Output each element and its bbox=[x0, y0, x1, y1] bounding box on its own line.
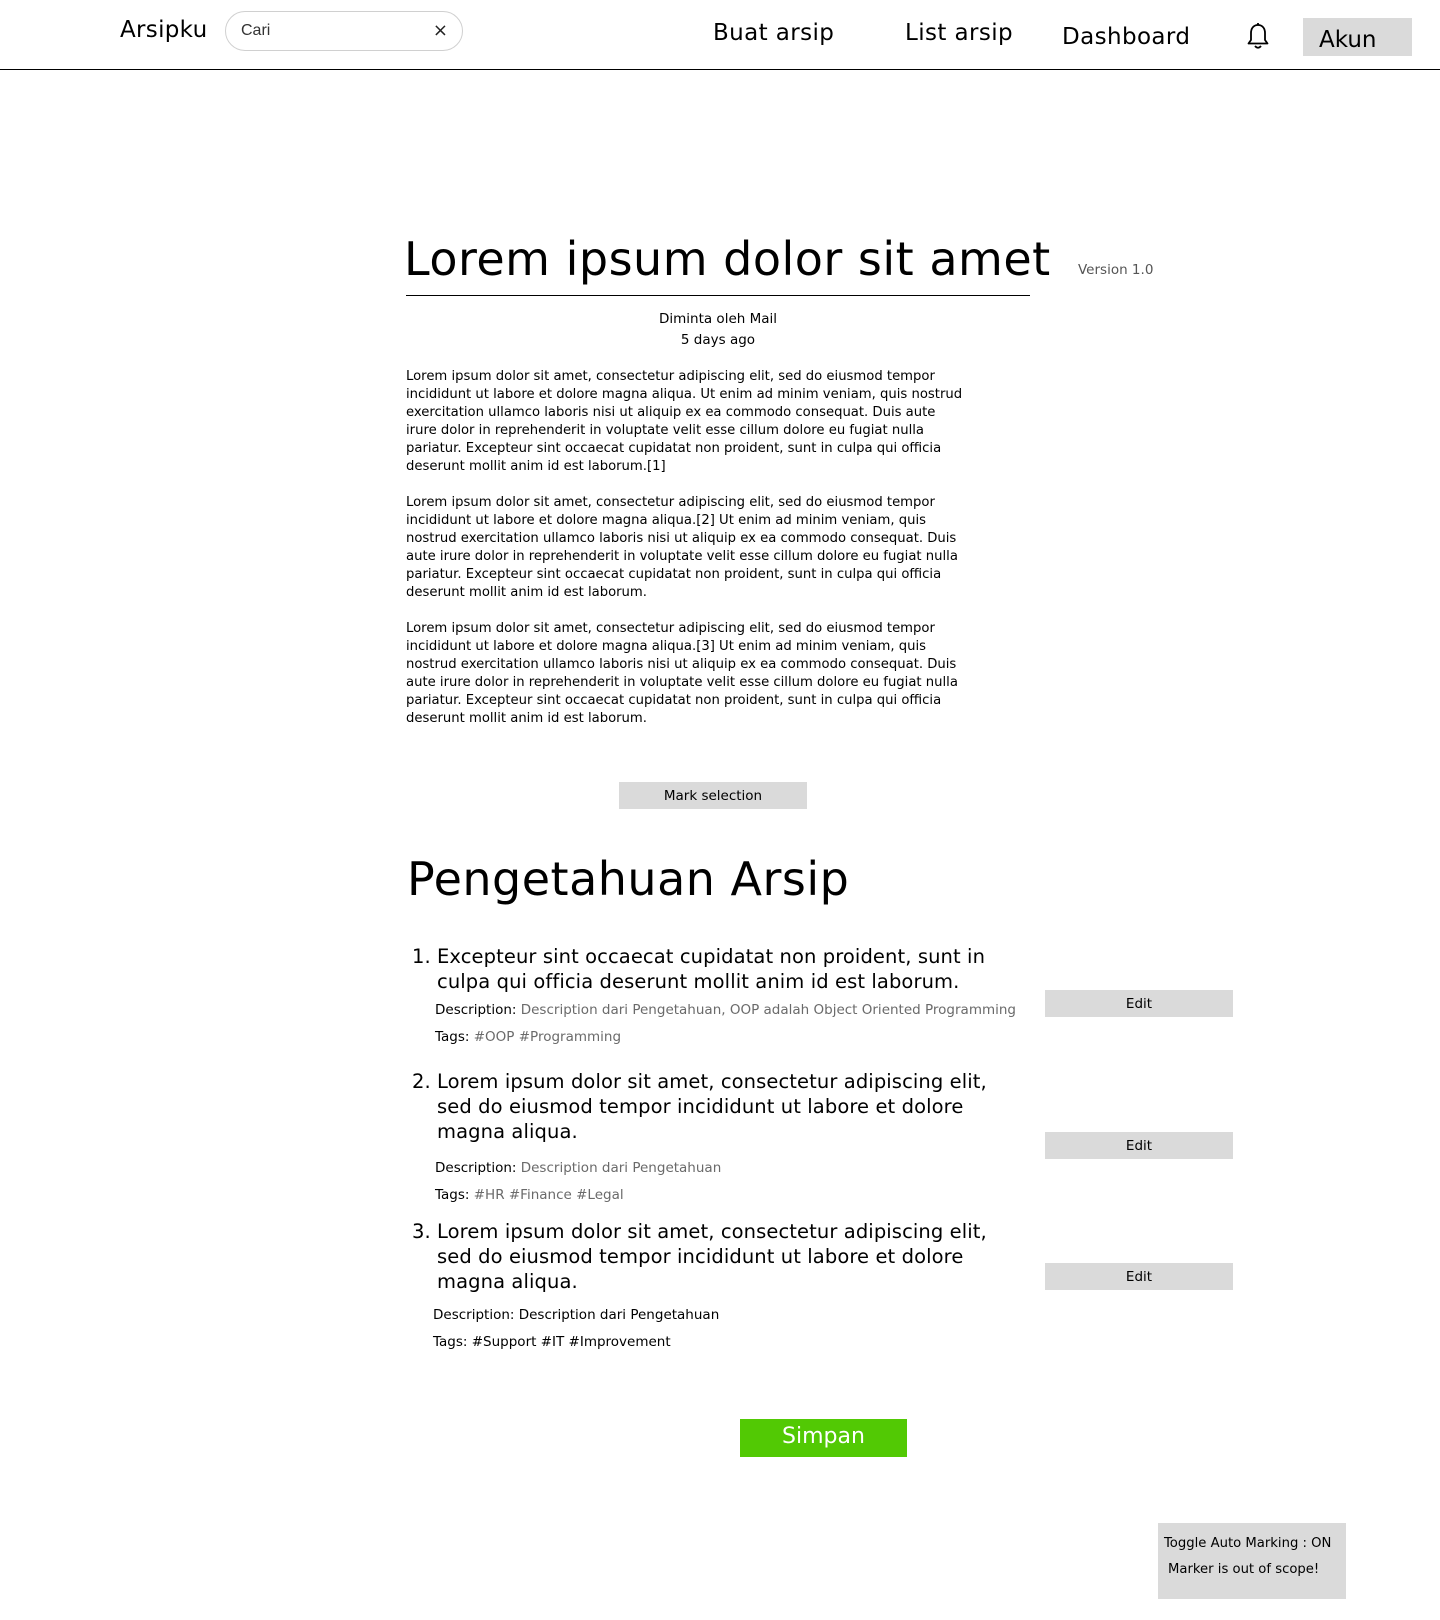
knowledge-item-content: Lorem ipsum dolor sit amet, consectetur … bbox=[437, 1070, 987, 1143]
bell-icon[interactable] bbox=[1246, 22, 1270, 52]
knowledge-description: Description: Description dari Pengetahua… bbox=[435, 1159, 1012, 1177]
tags-label: Tags: bbox=[433, 1334, 468, 1350]
time-ago: 5 days ago bbox=[680, 332, 756, 348]
nav-dashboard[interactable]: Dashboard bbox=[1062, 24, 1190, 50]
version-label: Version 1.0 bbox=[1078, 262, 1154, 278]
search-box: × bbox=[225, 11, 463, 51]
top-navigation-bar: Arsipku × Buat arsip List arsip Dashboar… bbox=[0, 0, 1440, 70]
tags-label: Tags: bbox=[435, 1029, 470, 1045]
knowledge-item: 1. Excepteur sint occaecat cupidatat non… bbox=[412, 944, 1016, 1046]
clear-icon[interactable]: × bbox=[433, 19, 448, 43]
account-button[interactable]: Akun bbox=[1303, 18, 1412, 56]
body-paragraph[interactable]: Lorem ipsum dolor sit amet, consectetur … bbox=[406, 494, 966, 602]
edit-button[interactable]: Edit bbox=[1045, 1132, 1233, 1159]
description-value: Description dari Pengetahuan bbox=[518, 1307, 720, 1323]
save-button[interactable]: Simpan bbox=[740, 1419, 907, 1457]
description-label: Description: bbox=[433, 1307, 515, 1323]
knowledge-item-text: 2. Lorem ipsum dolor sit amet, consectet… bbox=[412, 1069, 1012, 1144]
knowledge-tags: Tags: #HR #Finance #Legal bbox=[435, 1186, 1012, 1204]
document-body[interactable]: Lorem ipsum dolor sit amet, consectetur … bbox=[406, 368, 966, 746]
knowledge-item: 3. Lorem ipsum dolor sit amet, consectet… bbox=[412, 1219, 1012, 1351]
title-divider bbox=[406, 295, 1030, 296]
knowledge-item-text: 1. Excepteur sint occaecat cupidatat non… bbox=[412, 944, 1012, 994]
knowledge-tags: Tags: #OOP #Programming bbox=[435, 1028, 1012, 1046]
nav-buat-arsip[interactable]: Buat arsip bbox=[713, 20, 834, 46]
marker-scope-message: Marker is out of scope! bbox=[1168, 1562, 1320, 1577]
knowledge-heading: Pengetahuan Arsip bbox=[407, 852, 850, 906]
description-value: Description dari Pengetahuan, OOP adalah… bbox=[520, 1002, 1016, 1018]
knowledge-item-number: 1. bbox=[412, 945, 431, 968]
knowledge-description: Description: Description dari Pengetahua… bbox=[433, 1306, 1012, 1324]
knowledge-item: 2. Lorem ipsum dolor sit amet, consectet… bbox=[412, 1069, 1012, 1204]
document-title: Lorem ipsum dolor sit amet bbox=[404, 232, 1051, 286]
knowledge-description: Description: Description dari Pengetahua… bbox=[435, 1001, 1016, 1019]
edit-button[interactable]: Edit bbox=[1045, 990, 1233, 1017]
description-value: Description dari Pengetahuan bbox=[520, 1160, 722, 1176]
body-paragraph[interactable]: Lorem ipsum dolor sit amet, consectetur … bbox=[406, 368, 966, 476]
description-label: Description: bbox=[435, 1002, 517, 1018]
auto-marking-panel: Toggle Auto Marking : ON Marker is out o… bbox=[1158, 1523, 1346, 1599]
body-paragraph[interactable]: Lorem ipsum dolor sit amet, consectetur … bbox=[406, 620, 966, 728]
knowledge-item-content: Excepteur sint occaecat cupidatat non pr… bbox=[437, 945, 986, 993]
mark-selection-button[interactable]: Mark selection bbox=[619, 782, 807, 809]
knowledge-tags: Tags: #Support #IT #Improvement bbox=[433, 1333, 1012, 1351]
brand-logo[interactable]: Arsipku bbox=[120, 17, 207, 43]
tags-label: Tags: bbox=[435, 1187, 470, 1203]
knowledge-item-number: 2. bbox=[412, 1070, 431, 1093]
knowledge-item-number: 3. bbox=[412, 1220, 431, 1243]
knowledge-item-text: 3. Lorem ipsum dolor sit amet, consectet… bbox=[412, 1219, 1012, 1294]
knowledge-item-content: Lorem ipsum dolor sit amet, consectetur … bbox=[437, 1220, 987, 1293]
tags-value: #Support #IT #Improvement bbox=[471, 1334, 671, 1350]
requested-by: Diminta oleh Mail bbox=[658, 311, 778, 327]
edit-button[interactable]: Edit bbox=[1045, 1263, 1233, 1290]
tags-value: #OOP #Programming bbox=[473, 1029, 622, 1045]
nav-list-arsip[interactable]: List arsip bbox=[905, 20, 1013, 46]
auto-marking-toggle[interactable]: Toggle Auto Marking : ON bbox=[1164, 1536, 1331, 1551]
description-label: Description: bbox=[435, 1160, 517, 1176]
search-input[interactable] bbox=[241, 19, 421, 43]
tags-value: #HR #Finance #Legal bbox=[473, 1187, 624, 1203]
